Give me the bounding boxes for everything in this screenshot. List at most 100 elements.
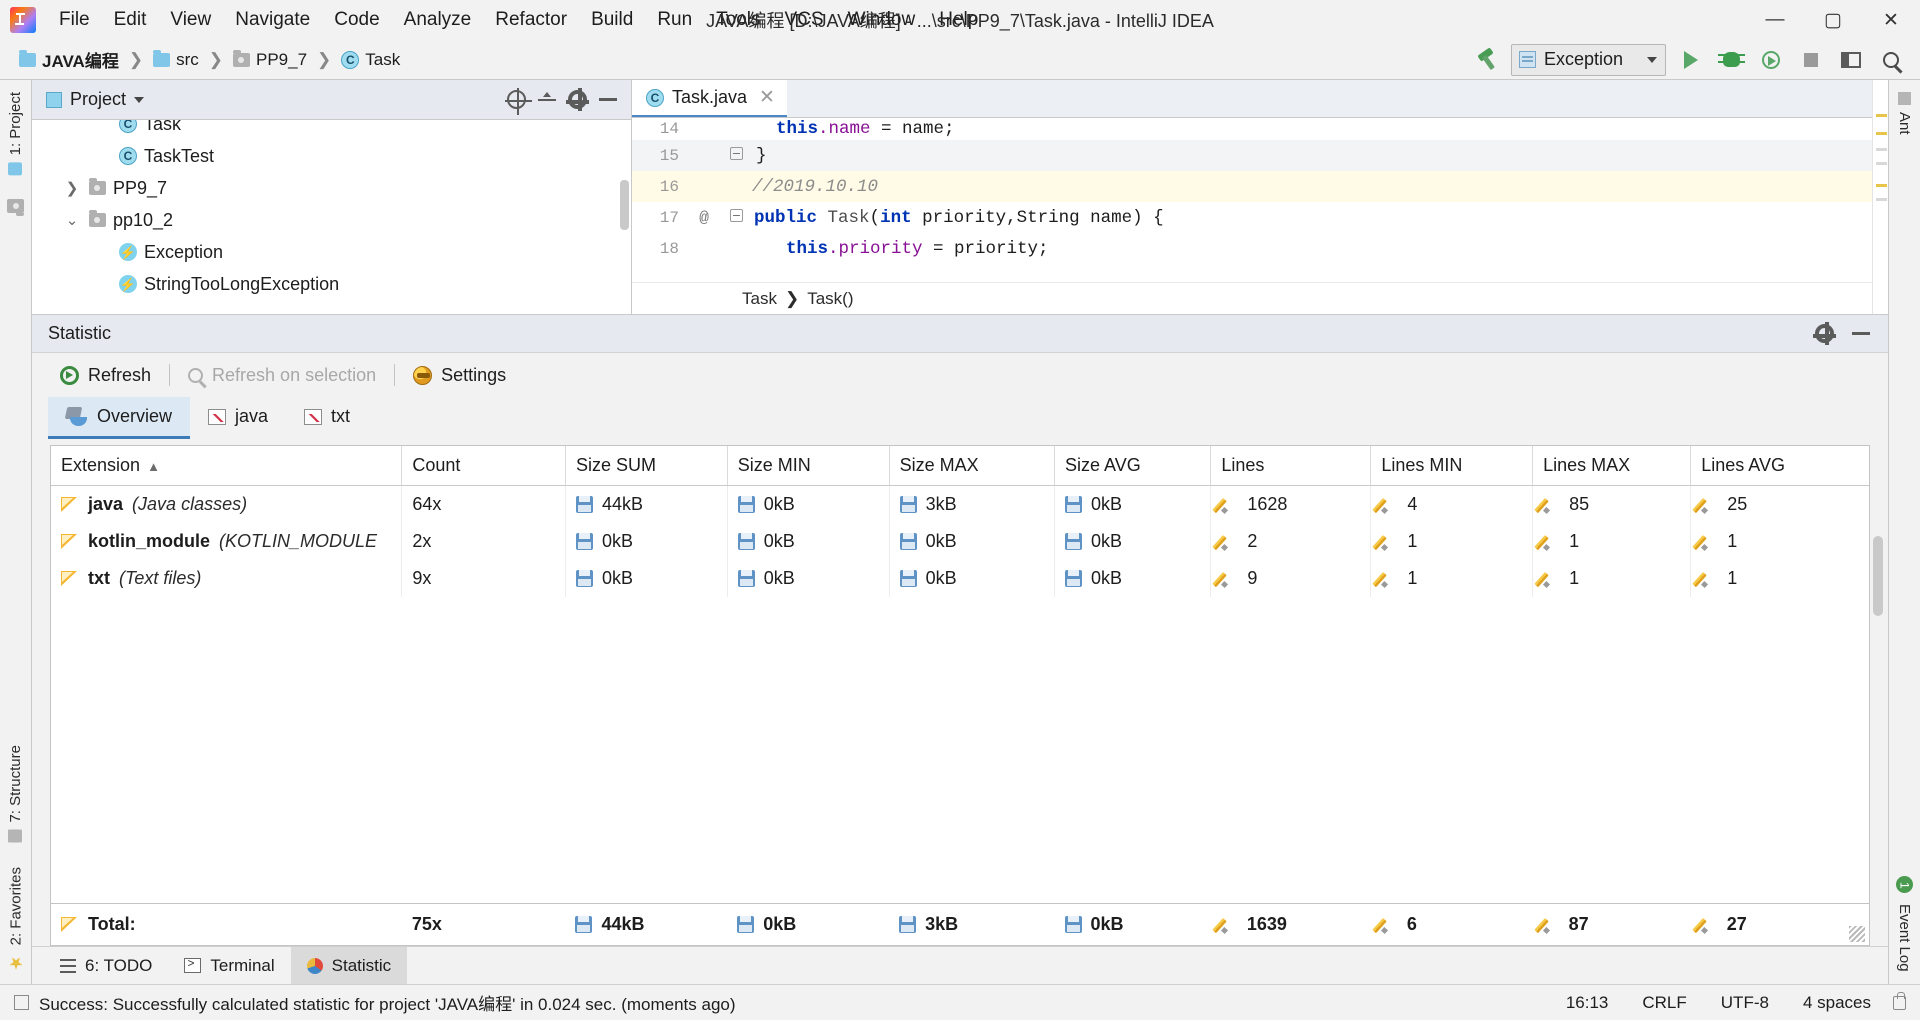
bottom-tab-terminal[interactable]: Terminal (168, 947, 290, 984)
menu-item-edit[interactable]: Edit (103, 6, 158, 35)
indent-setting[interactable]: 4 spaces (1791, 993, 1883, 1013)
maximize-button[interactable]: ▢ (1804, 0, 1862, 40)
close-icon[interactable]: ✕ (759, 86, 775, 109)
menu-item-file[interactable]: File (48, 6, 101, 35)
project-tree-scrollbar[interactable] (620, 180, 629, 230)
target-icon[interactable] (505, 88, 532, 115)
column-label: Size MIN (737, 455, 811, 475)
menu-item-refactor[interactable]: Refactor (484, 6, 578, 35)
tree-item-exception[interactable]: ⚡ Exception (32, 236, 631, 268)
column-header-size-min[interactable]: Size MIN (727, 446, 890, 486)
search-everywhere-button[interactable] (1876, 45, 1906, 75)
tab-overview[interactable]: Overview (48, 397, 191, 439)
lock-icon[interactable] (1893, 991, 1906, 1010)
line-separator[interactable]: CRLF (1630, 993, 1698, 1013)
table-row[interactable]: txt (Text files) 9x 0kB 0kB 0kB 0kB 9 1 1… (51, 560, 1869, 597)
cell-extension: txt (Text files) (51, 560, 403, 597)
gear-icon[interactable] (566, 88, 589, 111)
tree-item-pp9_7[interactable]: ❯ PP9_7 (32, 172, 631, 204)
close-button[interactable]: ✕ (1862, 0, 1920, 40)
gear-icon[interactable] (1813, 322, 1836, 345)
tree-toggle-collapsed[interactable]: ❯ (62, 179, 82, 197)
cell-value: 1 (1407, 568, 1418, 588)
layout-button[interactable] (1836, 45, 1866, 75)
refresh-button[interactable]: Refresh (48, 360, 163, 391)
settings-button[interactable]: Settings (401, 360, 518, 391)
column-header-lines-max[interactable]: Lines MAX (1532, 446, 1692, 486)
tree-item-tasktest[interactable]: C TaskTest (32, 140, 631, 172)
bottom-tab-statistic[interactable]: Statistic (290, 947, 408, 984)
sidebar-item-event-log[interactable]: 1 Event Log (1893, 864, 1916, 984)
cell-value: 25 (1727, 494, 1748, 514)
fold-region[interactable] (720, 146, 752, 165)
minimize-button[interactable]: — (1746, 0, 1804, 40)
breadcrumb-item-package[interactable]: PP9_7 (228, 47, 312, 73)
breadcrumb-item-class[interactable]: C Task (336, 47, 405, 73)
hammer-icon[interactable] (1475, 47, 1501, 73)
sidebar-item-project[interactable]: 1: Project (4, 80, 27, 187)
tab-java[interactable]: java (190, 397, 286, 439)
column-header-extension[interactable]: Extension ▲ (51, 446, 403, 486)
menu-item-help[interactable]: Help (928, 6, 989, 35)
breadcrumb-item-src[interactable]: src (148, 47, 204, 73)
column-header-lines-avg[interactable]: Lines AVG (1690, 446, 1869, 486)
chevron-down-icon[interactable] (134, 96, 145, 103)
menu-item-window[interactable]: Window (837, 6, 927, 35)
breadcrumb-item-project[interactable]: JAVA编程 (14, 44, 124, 75)
editor-tabs: C Task.java ✕ (632, 80, 1872, 118)
run-button[interactable] (1676, 45, 1706, 75)
column-header-size-avg[interactable]: Size AVG (1054, 446, 1212, 486)
run-with-coverage-button[interactable] (1756, 45, 1786, 75)
menu-item-build[interactable]: Build (580, 6, 644, 35)
editor-breadcrumb-method[interactable]: Task() (807, 289, 853, 309)
status-left-icon[interactable] (14, 995, 29, 1010)
tree-item-pp10_2[interactable]: ⌄ pp10_2 (32, 204, 631, 236)
column-header-lines[interactable]: Lines (1210, 446, 1372, 486)
editor-breadcrumb-class[interactable]: Task (742, 289, 777, 309)
tree-item-stringtoolongexception[interactable]: ⚡ StringTooLongException (32, 268, 631, 300)
column-header-size-max[interactable]: Size MAX (889, 446, 1056, 486)
cell-value: 9 (1247, 568, 1258, 588)
menu-item-analyze[interactable]: Analyze (393, 6, 483, 35)
minimize-icon[interactable] (1852, 332, 1870, 335)
table-row[interactable]: java (Java classes) 64x 44kB 0kB 3kB 0kB … (51, 485, 1869, 523)
file-encoding[interactable]: UTF-8 (1709, 993, 1781, 1013)
caret-position[interactable]: 16:13 (1554, 993, 1621, 1013)
tab-txt[interactable]: txt (286, 397, 368, 439)
editor-tab-task-java[interactable]: C Task.java ✕ (632, 80, 787, 117)
menu-item-navigate[interactable]: Navigate (224, 6, 321, 35)
menu-item-tools[interactable]: Tools (705, 6, 771, 35)
column-header-lines-min[interactable]: Lines MIN (1370, 446, 1534, 486)
fold-icon[interactable] (729, 146, 743, 160)
debug-button[interactable] (1716, 45, 1746, 75)
refresh-button-label: Refresh (88, 364, 152, 385)
table-row[interactable]: kotlin_module (KOTLIN_MODULE 2x 0kB 0kB 0… (51, 523, 1869, 560)
menu-item-view[interactable]: View (159, 6, 222, 35)
sidebar-item-folder[interactable] (4, 187, 27, 225)
column-header-size-sum[interactable]: Size SUM (565, 446, 728, 486)
stop-button[interactable] (1796, 45, 1826, 75)
sidebar-item-ant[interactable]: Ant (1893, 80, 1916, 147)
tree-item-task[interactable]: C Task (32, 120, 631, 140)
fold-icon[interactable] (729, 208, 743, 222)
resize-grip[interactable] (1849, 926, 1865, 942)
code-editor[interactable]: 14 this.name = name; 15 } 16 //2019.10.1… (632, 118, 1872, 282)
sidebar-item-structure[interactable]: 7: Structure (4, 733, 27, 855)
tree-toggle-expanded[interactable]: ⌄ (62, 211, 82, 229)
menu-item-vcs[interactable]: VCS (774, 6, 835, 35)
menu-item-run[interactable]: Run (646, 6, 703, 35)
gutter-annotation[interactable]: @ (688, 209, 720, 227)
project-tree[interactable]: C Task C TaskTest ❯ PP9_7 ⌄ pp10_2 ⚡ Exc… (32, 120, 631, 314)
minimize-icon[interactable] (599, 98, 617, 101)
disk-icon (899, 533, 917, 550)
column-header-count[interactable]: Count (401, 446, 566, 486)
run-configuration-selector[interactable]: Exception (1511, 43, 1666, 76)
sidebar-item-favorites[interactable]: ★ 2: Favorites (3, 855, 29, 984)
bottom-tab-todo[interactable]: 6: TODO (44, 947, 168, 984)
statistic-vertical-scrollbar[interactable] (1873, 536, 1883, 616)
collapse-all-icon[interactable] (538, 91, 556, 109)
menu-item-code[interactable]: Code (323, 6, 390, 35)
refresh-on-selection-button[interactable]: Refresh on selection (176, 360, 388, 391)
editor-error-stripe[interactable] (1872, 80, 1888, 314)
fold-region[interactable] (720, 208, 752, 227)
